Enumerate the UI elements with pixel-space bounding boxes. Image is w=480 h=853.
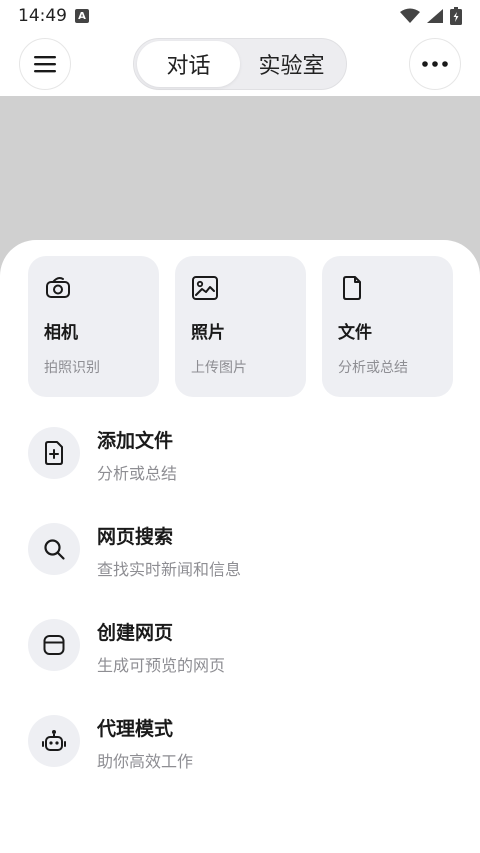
camera-icon (46, 277, 70, 298)
list-item-title: 添加文件 (97, 430, 174, 452)
card-subtitle: 分析或总结 (338, 360, 408, 376)
add-file-icon-wrap (28, 427, 80, 479)
app-indicator-icon: A (75, 9, 89, 23)
list-item-subtitle: 分析或总结 (97, 464, 178, 483)
list-item-title: 代理模式 (97, 718, 174, 740)
card-subtitle: 上传图片 (191, 360, 247, 376)
robot-icon-wrap (28, 715, 80, 767)
search-icon (44, 539, 65, 560)
file-icon (343, 276, 361, 300)
list-item-web-search[interactable]: 网页搜索 查找实时新闻和信息 (0, 512, 480, 608)
list-item-subtitle: 查找实时新闻和信息 (97, 560, 242, 579)
signal-icon (427, 9, 443, 23)
more-dots-icon (422, 61, 448, 67)
quick-cards: 相机 拍照识别 照片 上传图片 文件 分析或总结 (28, 256, 453, 397)
list-item-agent-mode[interactable]: 代理模式 助你高效工作 (0, 704, 480, 800)
image-icon (192, 276, 218, 300)
status-bar: 14:49 A (0, 0, 480, 32)
list-item-title: 网页搜索 (97, 526, 174, 548)
hamburger-icon (34, 56, 56, 73)
webpage-icon (43, 635, 65, 655)
photo-card[interactable]: 照片 上传图片 (175, 256, 306, 397)
tab-lab[interactable]: 实验室 (240, 41, 343, 87)
more-button[interactable] (409, 38, 461, 90)
mode-switcher: 对话 实验室 (133, 38, 347, 90)
tab-chat[interactable]: 对话 (137, 41, 240, 87)
battery-icon (450, 7, 462, 25)
status-time: 14:49 (18, 6, 67, 26)
attachment-sheet: 相机 拍照识别 照片 上传图片 文件 分析或总结 添加文件 分析或总结 网页搜索… (0, 240, 480, 853)
card-title: 照片 (191, 323, 225, 343)
robot-icon (42, 730, 66, 751)
webpage-icon-wrap (28, 619, 80, 671)
list-item-add-file[interactable]: 添加文件 分析或总结 (0, 416, 480, 512)
top-header: 对话 实验室 (0, 36, 480, 92)
action-list: 添加文件 分析或总结 网页搜索 查找实时新闻和信息 创建网页 生成可预览的网页 (0, 416, 480, 800)
list-item-subtitle: 生成可预览的网页 (97, 656, 226, 675)
search-icon-wrap (28, 523, 80, 575)
add-file-icon (45, 441, 63, 465)
status-icons (400, 7, 462, 25)
list-item-subtitle: 助你高效工作 (97, 752, 194, 771)
menu-button[interactable] (19, 38, 71, 90)
card-subtitle: 拍照识别 (44, 360, 100, 376)
list-item-title: 创建网页 (97, 622, 174, 644)
wifi-icon (400, 8, 420, 23)
card-title: 文件 (338, 323, 372, 343)
file-card[interactable]: 文件 分析或总结 (322, 256, 453, 397)
card-title: 相机 (44, 323, 78, 343)
list-item-create-webpage[interactable]: 创建网页 生成可预览的网页 (0, 608, 480, 704)
camera-card[interactable]: 相机 拍照识别 (28, 256, 159, 397)
